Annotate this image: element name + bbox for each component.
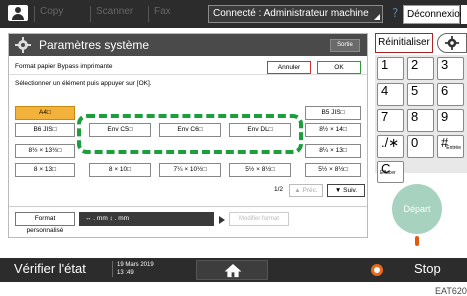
paper-size-8-5x13-5[interactable]: 8½ × 13½□: [15, 144, 75, 158]
app-tab-copy[interactable]: Copy: [34, 6, 94, 22]
app-tab-scanner[interactable]: Scanner: [90, 6, 150, 22]
login-status: Connecté : Administrateur machine: [208, 5, 383, 23]
start-indicator-led: [415, 236, 419, 246]
key-label: 4: [381, 83, 389, 98]
key-4[interactable]: 4: [377, 83, 404, 106]
paper-size-5-5x8-5-a[interactable]: 5½ × 8½□: [229, 163, 291, 177]
key-0[interactable]: 0: [407, 135, 434, 158]
time-text: 13 :49: [117, 270, 134, 276]
paper-size-7-25x10-5[interactable]: 7¼ × 10½□: [159, 163, 221, 177]
top-bar: Copy Scanner Fax Connecté : Administrate…: [0, 0, 467, 28]
instruction-text: Sélectionner un élément puis appuyer sur…: [15, 80, 152, 87]
key-label: 6: [441, 83, 449, 98]
modify-size-button[interactable]: Modifier format: [229, 212, 289, 226]
settings-button[interactable]: [437, 33, 467, 53]
paper-size-b5-jis[interactable]: B5 JIS□: [305, 106, 361, 120]
reset-button[interactable]: Réinitialiser: [375, 33, 433, 53]
stop-icon: [371, 264, 383, 276]
key-label: 1: [381, 57, 389, 72]
key-6[interactable]: 6: [437, 83, 464, 106]
page-title: Paramètres système: [39, 38, 150, 52]
key-label: 2: [411, 57, 419, 72]
paper-size-b6-jis[interactable]: B6 JIS□: [15, 123, 75, 137]
key-label: 5: [411, 83, 419, 98]
paper-size-8-25x13[interactable]: 8¼ × 13□: [305, 144, 361, 158]
login-status-text: Connecté : Administrateur machine: [213, 8, 369, 19]
exit-button[interactable]: Sortie: [330, 39, 360, 52]
key-7[interactable]: 7: [377, 109, 404, 132]
gear-icon: [445, 36, 459, 50]
key-3[interactable]: 3: [437, 57, 464, 80]
logout-button[interactable]: Déconnexion: [403, 5, 465, 24]
next-page-button[interactable]: ▼ Suiv.: [327, 184, 365, 197]
setting-title: Format papier Bypass imprimante: [15, 63, 113, 70]
key-sublabel: Entrée: [446, 145, 461, 151]
custom-size-row: Format personnalisé ↔ . mm ↕ . mm Modifi…: [9, 206, 367, 234]
custom-size-display: ↔ . mm ↕ . mm: [79, 212, 214, 226]
paper-size-a4[interactable]: A4□: [15, 106, 75, 120]
key-dot-star[interactable]: ./∗: [377, 135, 404, 158]
arrow-right-icon: [219, 216, 225, 224]
gear-icon: [15, 37, 31, 53]
key-label: 0: [411, 135, 419, 150]
key-label: 9: [441, 109, 449, 124]
key-sublabel: Effacer: [380, 170, 396, 176]
user-icon[interactable]: [8, 5, 28, 21]
home-icon: [224, 263, 242, 278]
question-icon[interactable]: ?: [392, 6, 398, 20]
paper-size-5-5x8-5-b[interactable]: 5½ × 8½□: [305, 163, 361, 177]
setting-subheader: Format papier Bypass imprimante Annuler …: [9, 60, 367, 75]
stop-button[interactable]: Stop: [414, 261, 441, 276]
key-label: 8: [411, 109, 419, 124]
key-clear[interactable]: C Effacer: [377, 161, 404, 183]
extra-button[interactable]: [461, 5, 467, 24]
date-time: 19 Mars 2019 13 :49: [112, 261, 154, 277]
previous-page-button[interactable]: ▲ Préc.: [289, 184, 323, 197]
panel-header: Paramètres système Sortie: [9, 34, 367, 56]
check-status-button[interactable]: Vérifier l'état: [14, 261, 86, 276]
figure-code: EAT620: [435, 286, 467, 296]
ok-button[interactable]: OK: [317, 61, 361, 74]
home-button[interactable]: [196, 260, 268, 280]
key-8[interactable]: 8: [407, 109, 434, 132]
key-label: 3: [441, 57, 449, 72]
key-label: 7: [381, 109, 389, 124]
paper-size-8-5x14[interactable]: 8½ × 14□: [305, 123, 361, 137]
key-label: ./∗: [381, 135, 400, 150]
cancel-button[interactable]: Annuler: [267, 61, 311, 74]
highlight-dashed-box: [77, 114, 303, 154]
paper-size-8x10[interactable]: 8 × 10□: [89, 163, 151, 177]
start-button[interactable]: Départ: [392, 184, 442, 234]
key-5[interactable]: 5: [407, 83, 434, 106]
bottom-bar: Vérifier l'état 19 Mars 2019 13 :49 Stop: [0, 258, 467, 282]
numeric-keypad: 1 2 3 4 5 6 7 8 9 ./∗ 0 # Entrée C Effacer: [375, 55, 467, 183]
date-text: 19 Mars 2019: [117, 262, 154, 268]
key-1[interactable]: 1: [377, 57, 404, 80]
custom-size-button[interactable]: Format personnalisé: [15, 212, 75, 234]
key-9[interactable]: 9: [437, 109, 464, 132]
corner-triangle-icon: [374, 14, 380, 20]
system-settings-panel: Paramètres système Sortie Format papier …: [8, 33, 368, 238]
key-2[interactable]: 2: [407, 57, 434, 80]
page-indicator: 1/2: [274, 186, 284, 193]
paper-size-8x13[interactable]: 8 × 13□: [15, 163, 75, 177]
key-hash-enter[interactable]: # Entrée: [437, 135, 464, 158]
app-tab-fax[interactable]: Fax: [148, 6, 203, 22]
